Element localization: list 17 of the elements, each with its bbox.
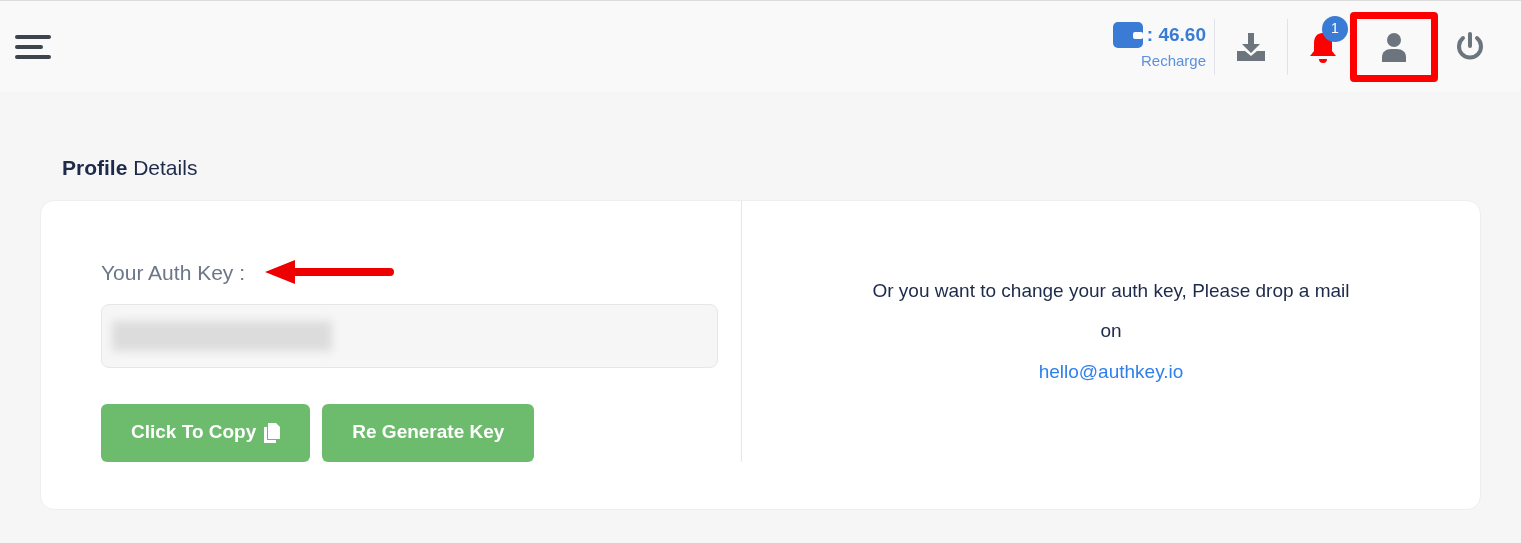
- user-icon: [1380, 31, 1408, 62]
- wallet-icon: [1112, 22, 1143, 49]
- copy-icon: [264, 422, 281, 443]
- regenerate-button[interactable]: Re Generate Key: [322, 403, 535, 462]
- help-on: on: [1100, 319, 1122, 343]
- help-message: Or you want to change your auth key, Please drop a mail: [872, 278, 1350, 303]
- profile-button[interactable]: [1350, 11, 1438, 82]
- menu-icon[interactable]: [15, 32, 51, 61]
- recharge-link[interactable]: Recharge: [1140, 49, 1206, 72]
- copy-button[interactable]: Click To Copy: [101, 403, 311, 462]
- notification-badge: 1: [1322, 15, 1348, 42]
- wallet-balance: : 46.60: [1146, 23, 1206, 47]
- email-link[interactable]: hello@authkey.io: [1038, 357, 1184, 386]
- auth-key-field[interactable]: [101, 304, 718, 368]
- page-title: Profile Details: [62, 155, 199, 181]
- auth-key-label: Your Auth Key :: [101, 259, 245, 286]
- download-icon[interactable]: [1235, 30, 1267, 63]
